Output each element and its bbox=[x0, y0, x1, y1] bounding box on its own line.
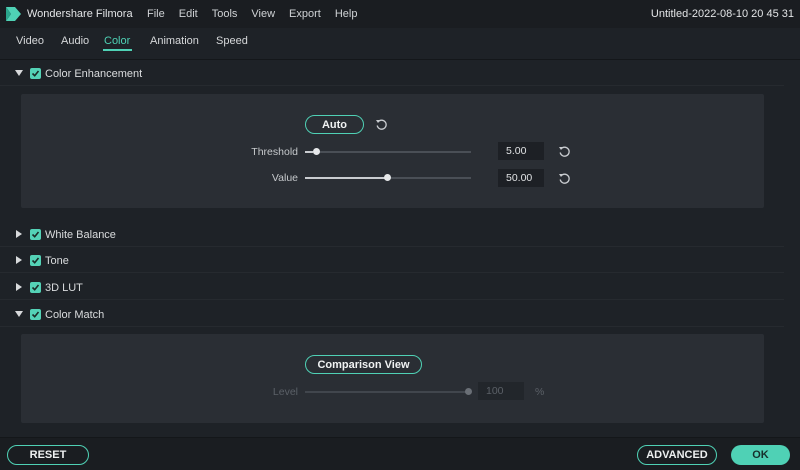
color-enhancement-panel: Auto Threshold 5.00 Value 50.00 bbox=[21, 94, 764, 208]
tab-audio[interactable]: Audio bbox=[61, 35, 89, 47]
project-title: Untitled-2022-08-10 20 45 31 bbox=[650, 8, 794, 20]
section-tone[interactable]: Tone bbox=[0, 249, 784, 273]
threshold-slider-thumb[interactable] bbox=[313, 148, 320, 155]
menu-edit[interactable]: Edit bbox=[179, 8, 198, 20]
color-enhancement-checkbox[interactable] bbox=[30, 68, 41, 79]
section-label: Color Match bbox=[45, 309, 105, 321]
expand-arrow-icon[interactable] bbox=[16, 230, 22, 238]
value-slider-fill bbox=[305, 177, 388, 179]
section-label: White Balance bbox=[45, 229, 116, 241]
app-name: Wondershare Filmora bbox=[27, 8, 133, 20]
tab-video[interactable]: Video bbox=[16, 35, 44, 47]
filmora-logo-icon bbox=[6, 7, 21, 21]
section-label: Tone bbox=[45, 255, 69, 267]
menu-export[interactable]: Export bbox=[289, 8, 321, 20]
menu-help[interactable]: Help bbox=[335, 8, 358, 20]
tab-animation[interactable]: Animation bbox=[150, 35, 199, 47]
threshold-slider-track[interactable] bbox=[305, 151, 471, 153]
bottom-bar: RESET ADVANCED OK bbox=[0, 437, 800, 470]
level-slider-thumb[interactable] bbox=[465, 388, 472, 395]
value-slider-thumb[interactable] bbox=[384, 174, 391, 181]
menu-file[interactable]: File bbox=[147, 8, 165, 20]
value-label: Value bbox=[271, 172, 298, 184]
expand-arrow-icon[interactable] bbox=[16, 256, 22, 264]
menu-view[interactable]: View bbox=[251, 8, 275, 20]
menu-bar: File Edit Tools View Export Help bbox=[147, 8, 371, 20]
section-color-match[interactable]: Color Match bbox=[0, 303, 784, 327]
value-reset-icon[interactable] bbox=[558, 172, 571, 185]
checkmark-icon bbox=[31, 311, 40, 318]
section-3d-lut[interactable]: 3D LUT bbox=[0, 276, 784, 300]
section-color-enhancement[interactable]: Color Enhancement bbox=[0, 62, 784, 86]
ok-button[interactable]: OK bbox=[731, 445, 790, 465]
level-label: Level bbox=[272, 386, 298, 398]
tab-color[interactable]: Color bbox=[104, 35, 130, 47]
section-label: 3D LUT bbox=[45, 282, 83, 294]
level-unit: % bbox=[535, 386, 545, 398]
color-match-panel: Comparison View Level 100 % bbox=[21, 334, 764, 423]
menu-tools[interactable]: Tools bbox=[212, 8, 238, 20]
tab-speed[interactable]: Speed bbox=[216, 35, 248, 47]
value-value-input[interactable]: 50.00 bbox=[498, 169, 544, 187]
white-balance-checkbox[interactable] bbox=[30, 229, 41, 240]
section-white-balance[interactable]: White Balance bbox=[0, 223, 784, 247]
checkmark-icon bbox=[31, 70, 40, 77]
active-tab-indicator bbox=[103, 49, 132, 51]
scrollbar[interactable] bbox=[790, 60, 796, 435]
collapse-arrow-icon[interactable] bbox=[15, 70, 23, 76]
threshold-reset-icon[interactable] bbox=[558, 145, 571, 158]
threshold-slider-fill bbox=[305, 151, 313, 153]
collapse-arrow-icon[interactable] bbox=[15, 311, 23, 317]
tone-checkbox[interactable] bbox=[30, 255, 41, 266]
level-slider-track[interactable] bbox=[305, 391, 471, 393]
level-value-input[interactable]: 100 bbox=[478, 382, 524, 400]
property-tabs: Video Audio Color Animation Speed bbox=[0, 28, 800, 60]
threshold-value-input[interactable]: 5.00 bbox=[498, 142, 544, 160]
title-bar: Wondershare Filmora File Edit Tools View… bbox=[0, 0, 800, 28]
checkmark-icon bbox=[31, 257, 40, 264]
color-match-checkbox[interactable] bbox=[30, 309, 41, 320]
expand-arrow-icon[interactable] bbox=[16, 283, 22, 291]
section-label: Color Enhancement bbox=[45, 68, 143, 80]
checkmark-icon bbox=[31, 284, 40, 291]
threshold-label: Threshold bbox=[251, 146, 298, 158]
advanced-button[interactable]: ADVANCED bbox=[637, 445, 717, 465]
3d-lut-checkbox[interactable] bbox=[30, 282, 41, 293]
reset-icon[interactable] bbox=[375, 118, 388, 131]
comparison-view-button[interactable]: Comparison View bbox=[305, 355, 422, 374]
auto-button[interactable]: Auto bbox=[305, 115, 364, 134]
reset-button[interactable]: RESET bbox=[7, 445, 89, 465]
checkmark-icon bbox=[31, 231, 40, 238]
